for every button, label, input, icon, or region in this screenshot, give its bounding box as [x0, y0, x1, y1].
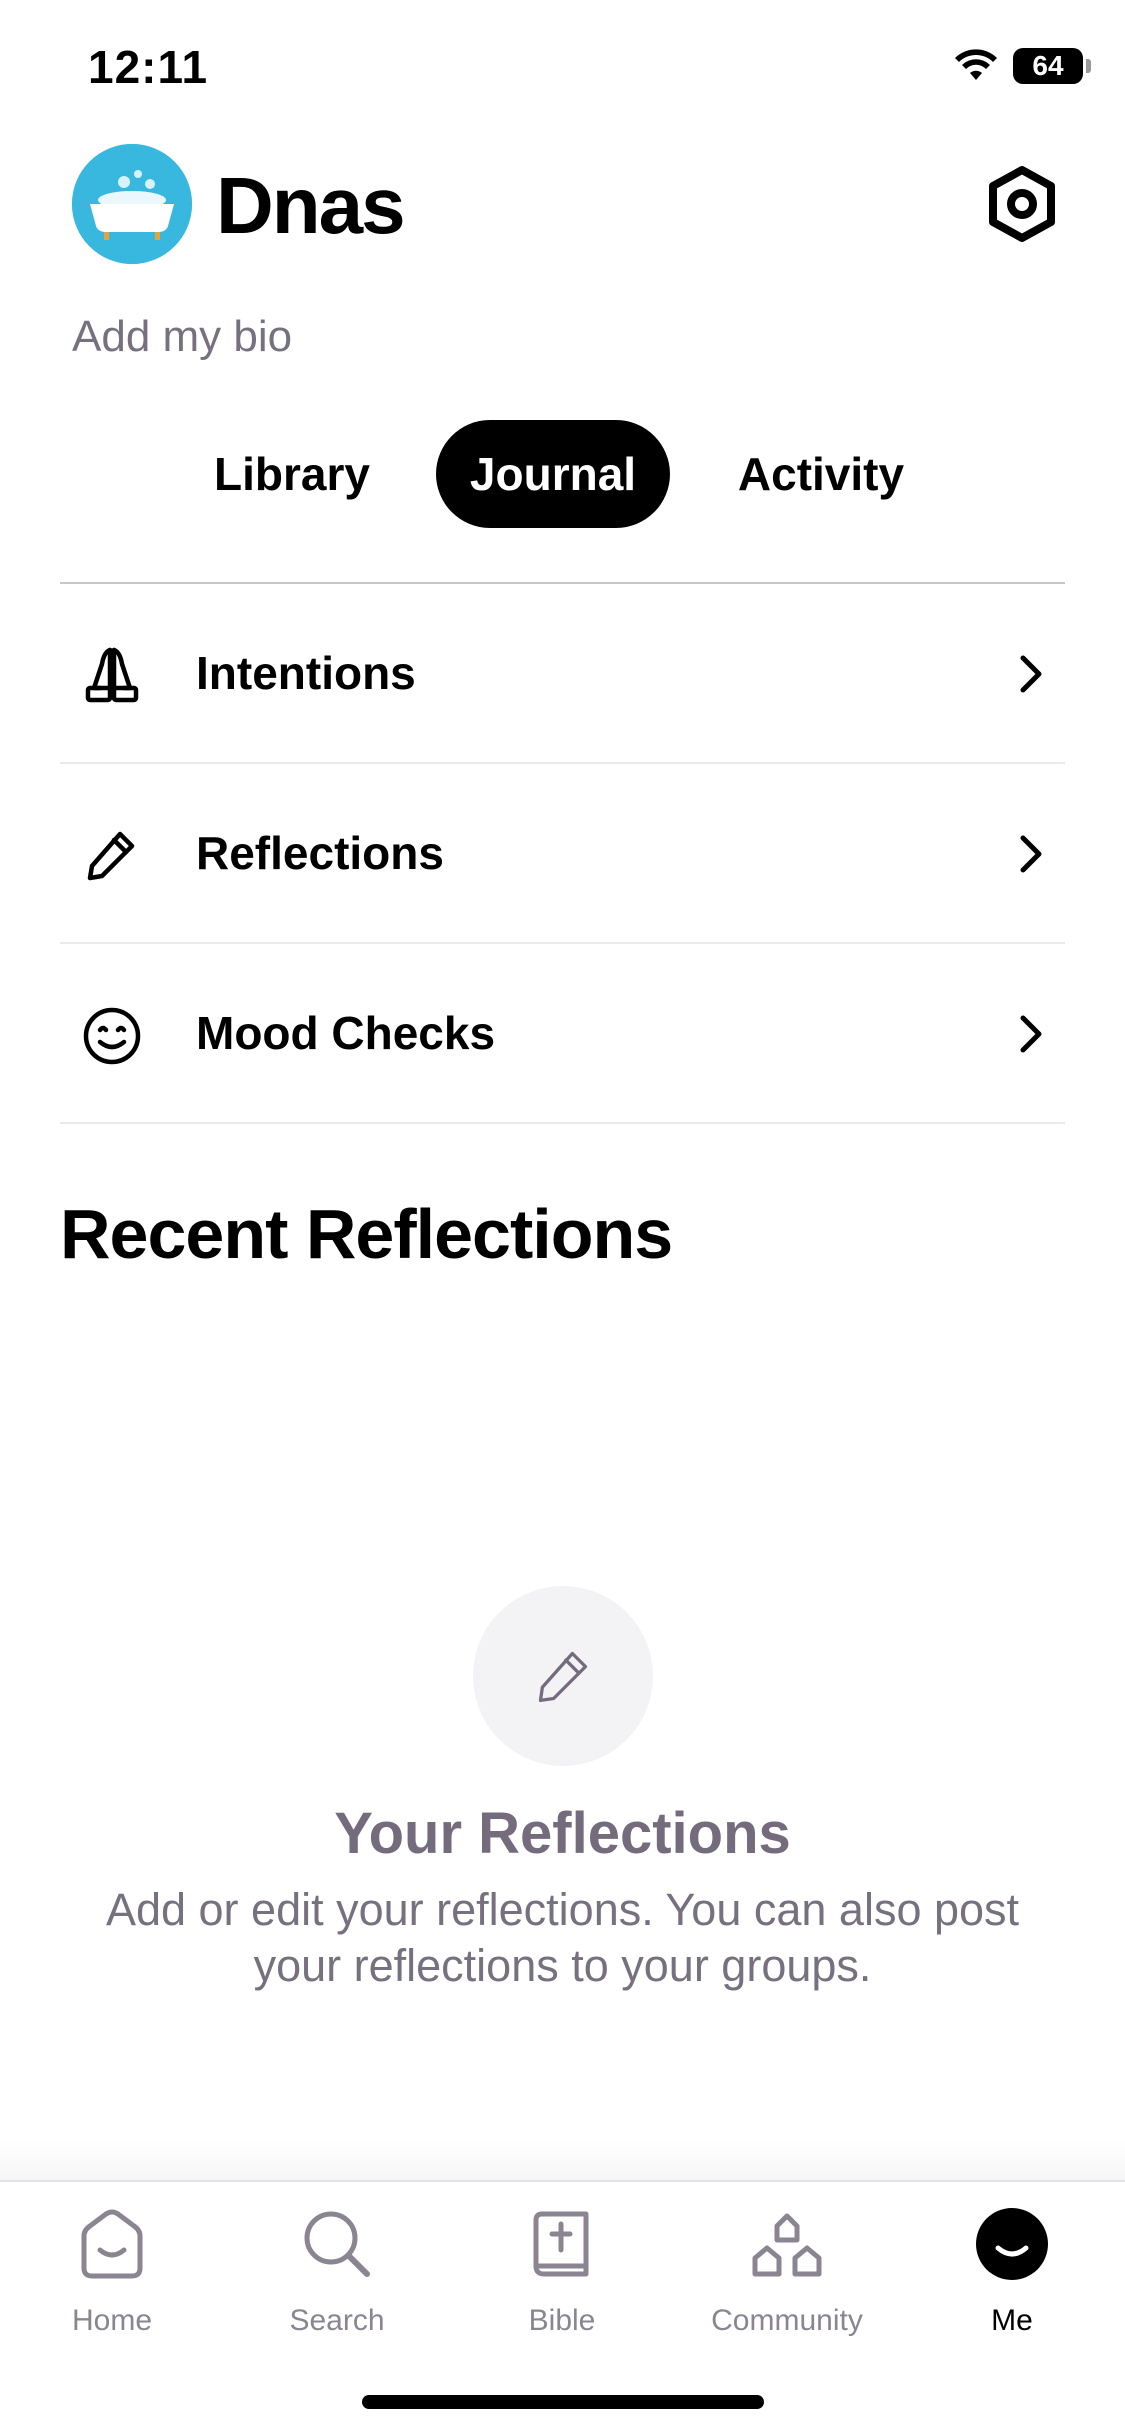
- list-item-reflections[interactable]: Reflections: [60, 764, 1065, 944]
- chevron-right-icon: [1020, 835, 1042, 873]
- gear-icon: [989, 166, 1055, 242]
- empty-state-icon-circle: [473, 1586, 653, 1766]
- wifi-icon: [955, 49, 997, 80]
- nav-label: Search: [289, 2304, 385, 2337]
- home-indicator: [362, 2395, 764, 2409]
- tab-library[interactable]: Library: [192, 420, 392, 528]
- chevron-right-icon: [1020, 1015, 1042, 1053]
- empty-state-description: Add or edit your reflections. You can al…: [105, 1884, 1020, 1991]
- list-item-label: Intentions: [196, 647, 416, 699]
- nav-me[interactable]: Me: [912, 2204, 1112, 2354]
- me-icon: [976, 2208, 1048, 2280]
- battery-level: 64: [1032, 50, 1064, 81]
- nav-label: Community: [711, 2304, 863, 2337]
- chevron-right-icon: [1020, 655, 1042, 693]
- settings-button[interactable]: [985, 165, 1059, 243]
- status-bar: 12:11 64: [0, 0, 1125, 140]
- list-item-label: Reflections: [196, 827, 444, 879]
- pencil-icon: [538, 1651, 588, 1703]
- nav-home[interactable]: Home: [12, 2204, 212, 2354]
- nav-label: Bible: [528, 2304, 596, 2337]
- bible-icon: [533, 2211, 589, 2277]
- nav-community[interactable]: Community: [687, 2204, 887, 2354]
- username: Dnas: [216, 161, 406, 250]
- status-time: 12:11: [88, 41, 209, 93]
- nav-label: Me: [991, 2304, 1033, 2337]
- search-icon: [304, 2211, 370, 2277]
- nav-label: Home: [71, 2304, 153, 2337]
- list-item-mood-checks[interactable]: Mood Checks: [60, 944, 1065, 1124]
- journal-list: Intentions Reflections Mood Checks: [60, 584, 1065, 1124]
- profile-tabs: Library Journal Activity: [0, 420, 1125, 528]
- home-icon: [81, 2209, 143, 2279]
- bathtub-avatar-icon: [72, 144, 192, 264]
- empty-state-title: Your Reflections: [334, 1801, 791, 1866]
- nav-search[interactable]: Search: [237, 2204, 437, 2354]
- battery-icon: 64: [1013, 48, 1091, 84]
- smiley-icon: [83, 1007, 141, 1065]
- bio-placeholder[interactable]: Add my bio: [72, 312, 292, 362]
- community-icon: [752, 2213, 822, 2277]
- pencil-icon: [87, 831, 135, 881]
- tab-journal[interactable]: Journal: [436, 420, 670, 528]
- profile-header: Dnas: [0, 140, 1125, 280]
- avatar[interactable]: [72, 144, 192, 264]
- nav-bible[interactable]: Bible: [462, 2204, 662, 2354]
- list-item-label: Mood Checks: [196, 1007, 496, 1059]
- section-title: Recent Reflections: [60, 1195, 673, 1273]
- nav-fade: [0, 2140, 1125, 2180]
- praying-hands-icon: [85, 647, 139, 703]
- list-item-intentions[interactable]: Intentions: [60, 584, 1065, 764]
- tab-activity[interactable]: Activity: [708, 420, 934, 528]
- status-icons: 64: [953, 48, 1091, 84]
